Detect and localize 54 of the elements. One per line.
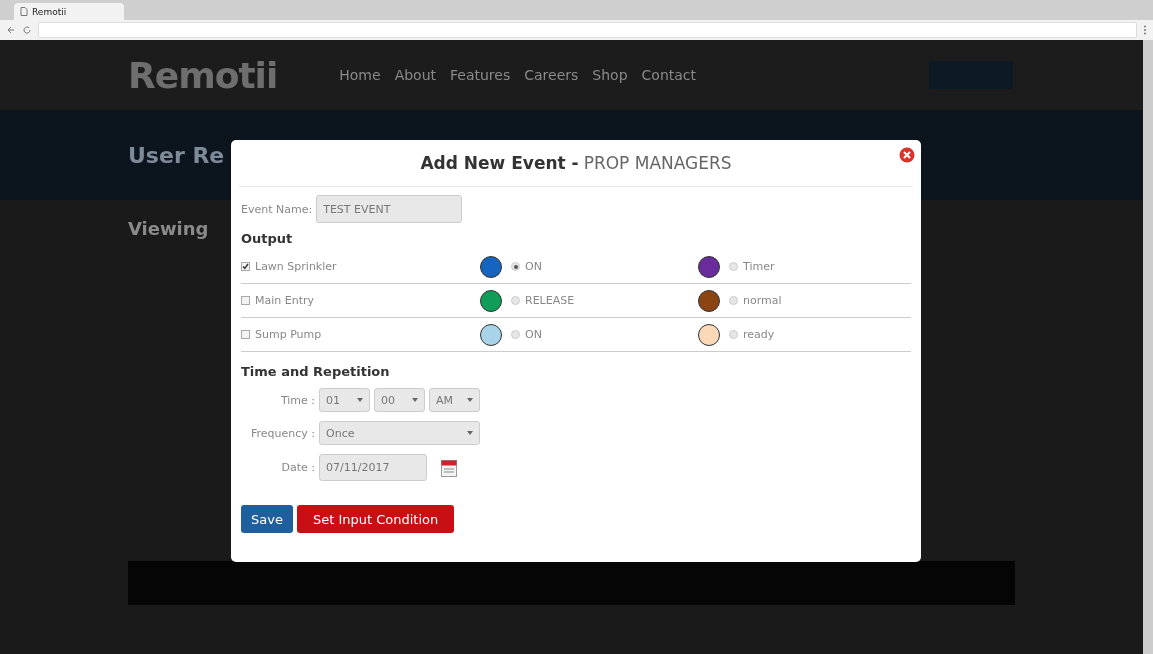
field-label: Frequency :	[249, 426, 315, 440]
condition-button[interactable]: Set Input Condition	[296, 505, 455, 533]
field-label: Date :	[280, 461, 315, 474]
radio-button[interactable]	[511, 296, 520, 305]
field-label: Event Name:	[241, 202, 313, 216]
state-label: ON	[525, 328, 542, 341]
select-field[interactable]: 00	[374, 388, 425, 412]
checkbox[interactable]	[241, 330, 250, 339]
page-title: User Re	[128, 142, 225, 168]
calendar-icon[interactable]	[441, 458, 457, 477]
select-field[interactable]: Once	[319, 421, 480, 445]
radio-button[interactable]	[729, 262, 738, 271]
page-icon	[20, 7, 28, 16]
modal-title: Add New Event - PROP MANAGERS	[420, 153, 732, 173]
state-label: Timer	[743, 260, 775, 273]
nav-link[interactable]: Contact	[641, 67, 696, 83]
address-bar[interactable]	[38, 22, 1137, 38]
nav-link[interactable]: Careers	[524, 67, 579, 83]
state-label: ON	[525, 260, 542, 273]
caret-icon	[467, 431, 473, 435]
radio-button[interactable]	[729, 330, 738, 339]
nav-link[interactable]: Features	[450, 67, 511, 83]
nav-link[interactable]: About	[394, 67, 437, 83]
state-label: RELEASE	[525, 294, 575, 307]
select-field[interactable]: AM	[429, 388, 480, 412]
nav-link[interactable]: Home	[339, 67, 381, 83]
checkbox[interactable]	[241, 262, 250, 271]
select-field[interactable]: 01	[319, 388, 370, 412]
field-label: Time :	[279, 393, 315, 407]
output-name: Lawn Sprinkler	[255, 260, 337, 273]
radio-button[interactable]	[729, 296, 738, 305]
caret-icon	[467, 398, 473, 402]
nav-link[interactable]: Shop	[592, 67, 628, 83]
caret-icon	[357, 398, 363, 402]
date-field[interactable]: 07/11/2017	[319, 454, 427, 481]
state-label: ready	[743, 328, 775, 341]
output-name: Sump Pump	[255, 328, 322, 341]
menu-icon[interactable]	[1143, 25, 1147, 35]
section-heading: Output	[241, 231, 294, 246]
radio-button[interactable]	[511, 262, 520, 271]
section-title: Viewing	[128, 218, 210, 239]
back-icon[interactable]	[6, 25, 16, 35]
site-logo[interactable]: Remotii	[128, 54, 278, 96]
save-button[interactable]: Save	[241, 505, 293, 533]
reload-icon[interactable]	[22, 25, 32, 35]
output-name: Main Entry	[255, 294, 315, 307]
state-label: normal	[743, 294, 782, 307]
event-name-field[interactable]: TEST EVENT	[316, 195, 463, 223]
radio-button[interactable]	[511, 330, 520, 339]
checkbox[interactable]	[241, 296, 250, 305]
caret-icon	[412, 398, 418, 402]
section-heading: Time and Repetition	[241, 364, 391, 379]
browser-tab[interactable]: Remotii	[14, 3, 124, 20]
close-icon[interactable]	[899, 147, 915, 163]
